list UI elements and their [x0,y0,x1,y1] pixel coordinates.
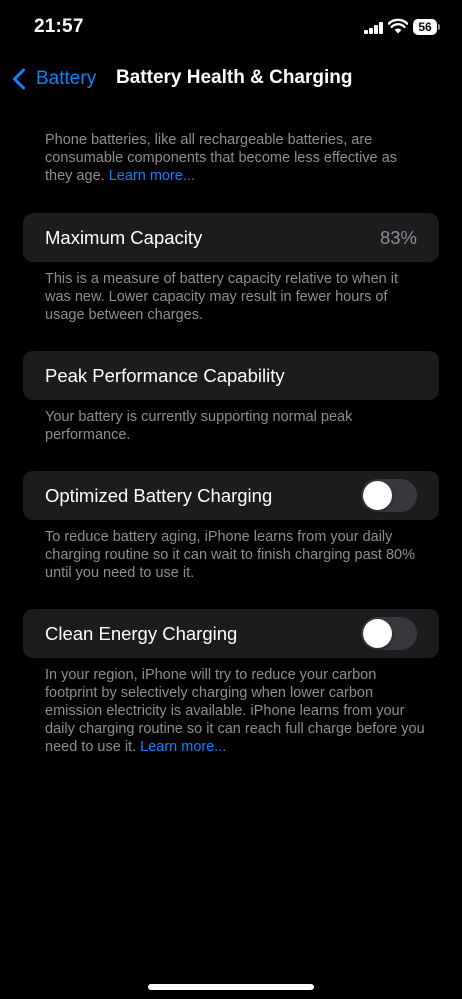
clean-energy-description: In your region, iPhone will try to reduc… [45,666,425,756]
maximum-capacity-description: This is a measure of battery capacity re… [45,271,398,323]
optimized-charging-label: Optimized Battery Charging [45,485,273,506]
optimized-charging-cell: Optimized Battery Charging [23,471,439,520]
toggle-knob [363,481,392,510]
clean-energy-toggle[interactable] [361,617,417,650]
maximum-capacity-value: 83% [379,227,417,248]
toggle-knob [363,619,392,648]
learn-more-link[interactable]: Learn more... [109,168,195,184]
optimized-charging-description: To reduce battery aging, iPhone learns f… [45,529,415,581]
clean-energy-label: Clean Energy Charging [45,623,238,644]
peak-performance-label: Peak Performance Capability [45,365,285,386]
maximum-capacity-cell: Maximum Capacity 83% [23,213,439,262]
peak-performance-cell: Peak Performance Capability [23,351,439,400]
nav-bar: Battery Battery Health & Charging [0,58,462,98]
status-time: 21:57 [34,16,84,37]
intro-description: Phone batteries, like all rechargeable b… [45,131,425,185]
clean-energy-text: In your region, iPhone will try to reduc… [45,667,425,755]
back-button[interactable]: Battery [12,66,96,92]
chevron-left-icon [13,68,25,90]
page-title: Battery Health & Charging [116,67,353,88]
home-indicator[interactable] [148,984,314,990]
back-label: Battery [36,68,97,89]
optimized-charging-toggle[interactable] [361,479,417,512]
intro-text: Phone batteries, like all rechargeable b… [45,132,397,184]
clean-energy-cell: Clean Energy Charging [23,609,439,658]
status-bar: 21:57 56 [0,0,462,56]
battery-nub [438,24,440,30]
wifi-icon [388,18,408,34]
cellular-signal-icon [364,22,384,34]
battery-icon: 56 [413,19,437,35]
peak-performance-description: Your battery is currently supporting nor… [45,409,353,443]
learn-more-link[interactable]: Learn more... [140,739,226,755]
maximum-capacity-label: Maximum Capacity [45,227,203,248]
